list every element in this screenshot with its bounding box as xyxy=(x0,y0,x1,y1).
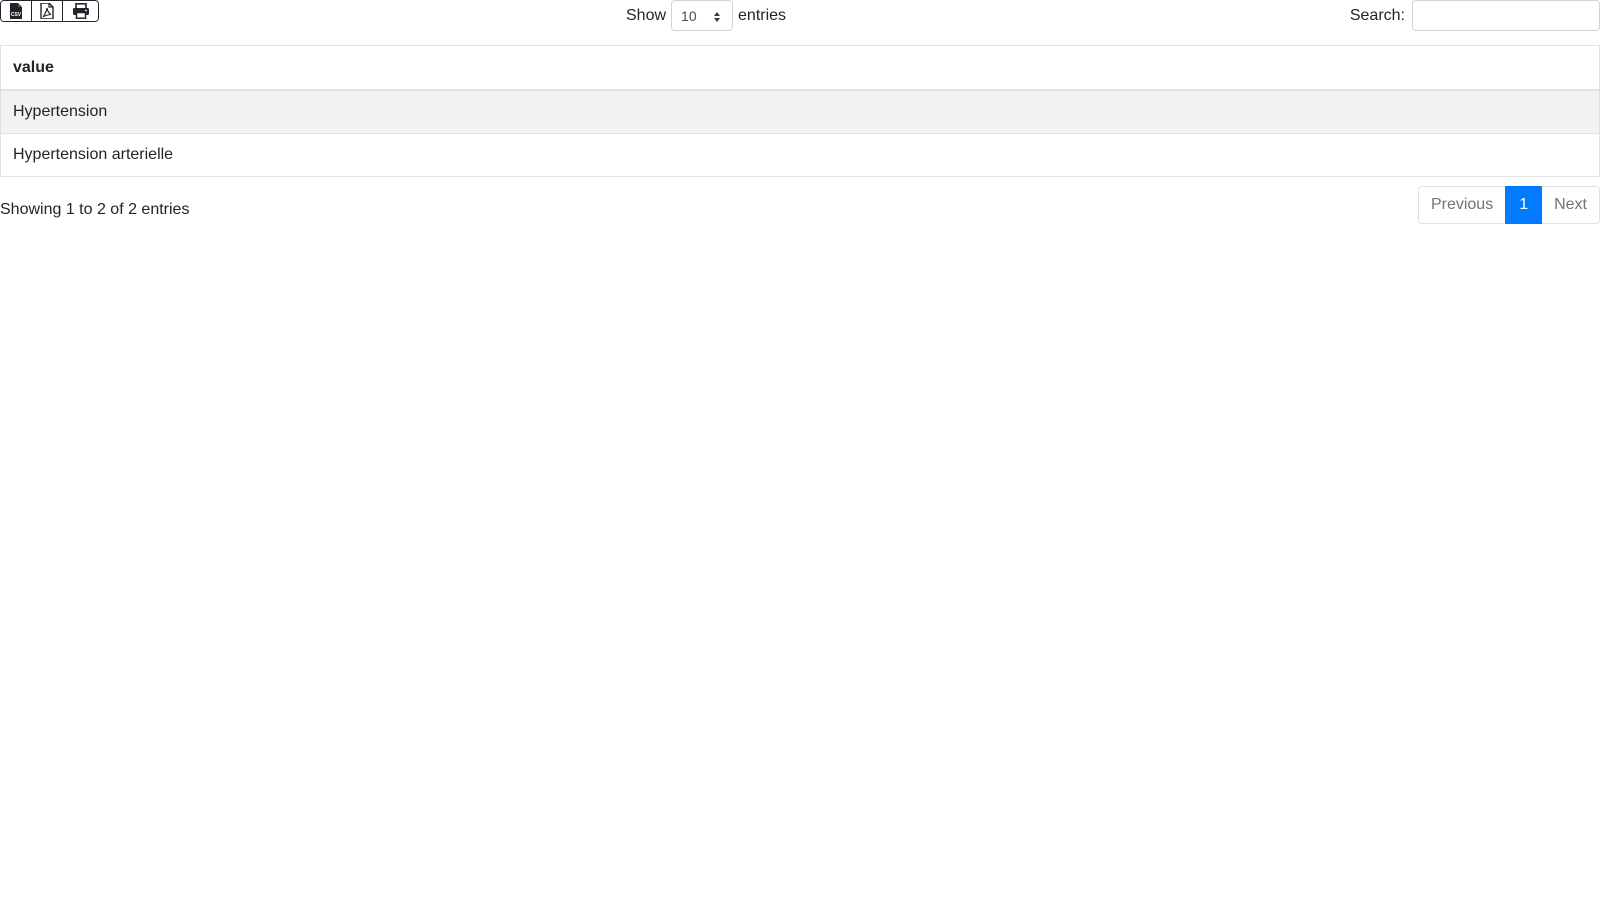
table-header-row: value xyxy=(0,45,1600,91)
table-cell: Hypertension xyxy=(0,89,1600,134)
table-info: Showing 1 to 2 of 2 entries xyxy=(0,201,190,218)
table-row: Hypertension xyxy=(0,89,1600,134)
export-csv-button[interactable]: CSV xyxy=(1,1,32,21)
length-label-entries: entries xyxy=(738,6,787,24)
length-label-show: Show xyxy=(626,6,667,24)
export-pdf-button[interactable] xyxy=(32,1,63,21)
search-label: Search: xyxy=(1349,6,1405,24)
table-row: Hypertension arterielle xyxy=(0,133,1600,177)
print-icon xyxy=(72,3,89,19)
svg-text:CSV: CSV xyxy=(11,12,22,18)
data-table: value Hypertension Hypertension arteriel… xyxy=(0,45,1600,177)
page: CSV Show 10 entries Search: value Hypert… xyxy=(0,0,1600,900)
search-input[interactable] xyxy=(1412,0,1600,31)
pagination-page-1[interactable]: 1 xyxy=(1505,186,1543,224)
entries-per-page-select[interactable]: 10 xyxy=(671,0,734,31)
table-cell: Hypertension arterielle xyxy=(0,133,1600,177)
search-control: Search: xyxy=(1350,0,1600,31)
column-header-value[interactable]: value xyxy=(0,45,1600,91)
entries-length-control: Show 10 entries xyxy=(626,0,786,31)
pagination: Previous 1 Next xyxy=(1417,186,1600,224)
print-button[interactable] xyxy=(63,1,98,21)
pagination-previous-button[interactable]: Previous xyxy=(1417,186,1507,224)
pagination-next-button[interactable]: Next xyxy=(1541,186,1600,224)
export-button-group: CSV xyxy=(0,0,99,22)
table-toolbar: CSV Show 10 entries Search: xyxy=(0,0,1600,40)
select-arrows-icon xyxy=(714,12,721,22)
file-pdf-icon xyxy=(40,3,54,19)
entries-per-page-value: 10 xyxy=(681,7,697,24)
file-csv-icon: CSV xyxy=(10,3,22,19)
